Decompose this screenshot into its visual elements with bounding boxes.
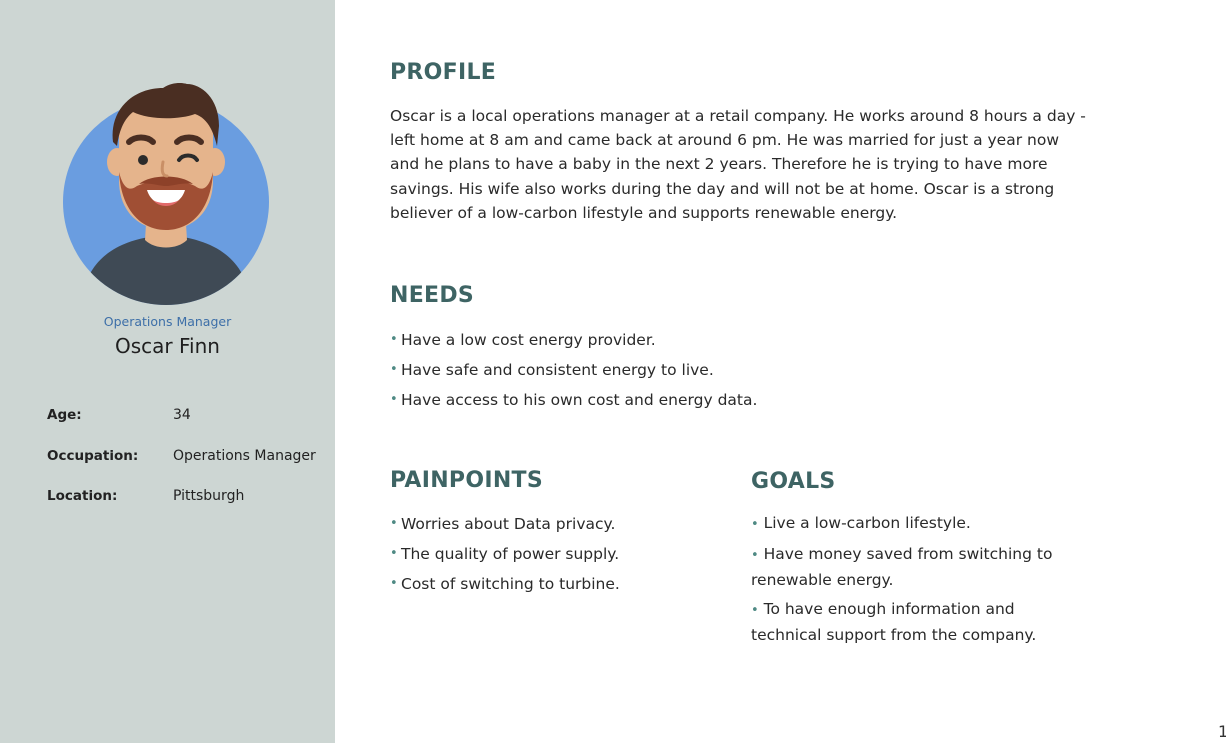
need-text: Have a low cost energy provider. bbox=[401, 331, 656, 349]
painpoint-text: The quality of power supply. bbox=[401, 545, 620, 563]
goal-text: Have money saved from switching to renew… bbox=[751, 545, 1053, 589]
bullet: • bbox=[390, 362, 398, 377]
detail-label: Age: bbox=[47, 407, 82, 423]
bullet: • bbox=[751, 603, 759, 618]
list-item: • Live a low-carbon lifestyle. bbox=[751, 511, 1081, 537]
profile-text: Oscar is a local operations manager at a… bbox=[390, 107, 1086, 222]
detail-label: Location: bbox=[47, 488, 118, 504]
painpoints-list: • Worries about Data privacy. • The qualit… bbox=[390, 512, 720, 602]
list-item: • Have a low cost energy provider. bbox=[390, 328, 910, 352]
list-item: • To have enough information and technic… bbox=[751, 597, 1081, 647]
list-item: • Have access to his own cost and energy … bbox=[390, 388, 910, 412]
bullet: • bbox=[390, 576, 398, 591]
list-item: • Cost of switching to turbine. bbox=[390, 572, 720, 596]
bullet: • bbox=[390, 392, 398, 407]
needs-list: • Have a low cost energy provider. • Have … bbox=[390, 328, 910, 418]
persona-sidebar: Operations Manager Oscar Finn Age: 34 Oc… bbox=[0, 0, 335, 743]
list-item: • Have money saved from switching to ren… bbox=[751, 542, 1081, 592]
goal-text: To have enough information and technical… bbox=[751, 600, 1037, 644]
persona-role: Operations Manager bbox=[103, 314, 232, 329]
bullet: • bbox=[751, 548, 759, 563]
list-item: • Have safe and consistent energy to live… bbox=[390, 358, 910, 382]
detail-label: Occupation: bbox=[47, 448, 139, 464]
painpoint-text: Worries about Data privacy. bbox=[401, 515, 616, 533]
detail-value: Pittsburgh bbox=[173, 488, 245, 504]
goals-heading: GOALS bbox=[751, 469, 836, 494]
bullet: • bbox=[390, 546, 398, 561]
avatar bbox=[63, 83, 269, 305]
need-text: Have access to his own cost and energy d… bbox=[401, 391, 758, 409]
needs-heading: NEEDS bbox=[390, 283, 475, 308]
detail-value: Operations Manager bbox=[173, 448, 316, 464]
goal-text: Live a low-carbon lifestyle. bbox=[763, 514, 971, 532]
list-item: • The quality of power supply. bbox=[390, 542, 720, 566]
bullet: • bbox=[390, 332, 398, 347]
bullet: • bbox=[751, 517, 759, 532]
persona-name: Oscar Finn bbox=[115, 334, 220, 358]
detail-value: 34 bbox=[173, 407, 191, 423]
page-number: 1 bbox=[1218, 722, 1226, 741]
painpoints-heading: PAINPOINTS bbox=[390, 468, 544, 493]
profile-heading: PROFILE bbox=[390, 60, 497, 85]
painpoint-text: Cost of switching to turbine. bbox=[401, 575, 620, 593]
goals-list: • Live a low-carbon lifestyle. • Have mo… bbox=[751, 511, 1081, 652]
bullet: • bbox=[390, 516, 398, 531]
list-item: • Worries about Data privacy. bbox=[390, 512, 720, 536]
need-text: Have safe and consistent energy to live. bbox=[401, 361, 714, 379]
